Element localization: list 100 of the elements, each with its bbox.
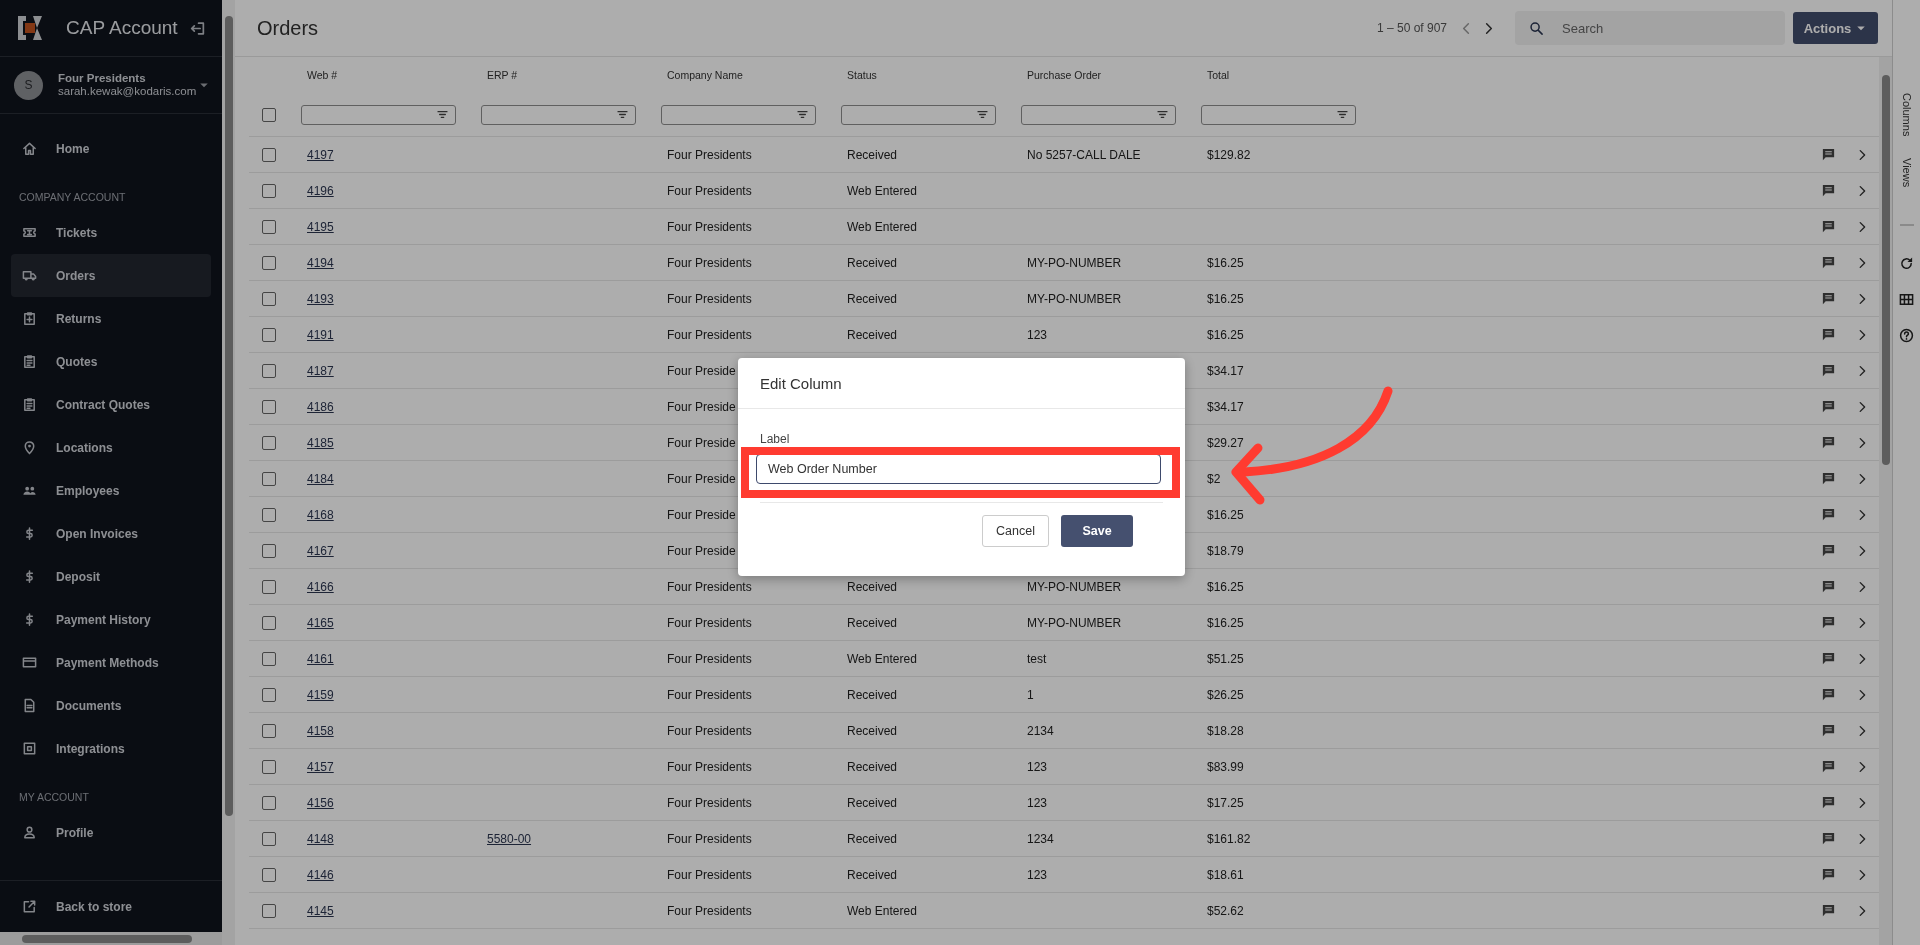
order-link[interactable]: 4166 xyxy=(307,579,334,594)
order-link[interactable]: 4148 xyxy=(307,831,334,846)
table-cell: Four Presidents xyxy=(667,687,752,702)
row-checkbox[interactable] xyxy=(262,723,276,738)
order-link[interactable]: 4191 xyxy=(307,327,334,342)
order-link[interactable]: 4186 xyxy=(307,399,334,414)
sidebar-item[interactable]: Quotes xyxy=(11,340,211,383)
vertical-scrollbar[interactable] xyxy=(222,0,235,945)
order-link[interactable]: 5580-00 xyxy=(487,831,532,846)
order-link[interactable]: 4158 xyxy=(307,723,334,738)
row-checkbox[interactable] xyxy=(262,543,276,558)
row-checkbox[interactable] xyxy=(262,651,276,666)
order-link[interactable]: 4161 xyxy=(307,651,334,666)
sidebar-item[interactable]: Payment Methods xyxy=(11,641,211,684)
row-checkbox[interactable] xyxy=(262,219,276,234)
order-link[interactable]: 4157 xyxy=(307,759,334,774)
search-field[interactable]: Search xyxy=(1515,11,1785,45)
sidebar-item[interactable]: Employees xyxy=(11,469,211,512)
sidebar-item[interactable]: Contract Quotes xyxy=(11,383,211,426)
order-link[interactable]: 4185 xyxy=(307,435,334,450)
row-checkbox[interactable] xyxy=(262,507,276,522)
filter-field[interactable] xyxy=(481,104,636,125)
help-icon[interactable] xyxy=(1899,327,1914,343)
sidebar-item[interactable]: Tickets xyxy=(11,211,211,254)
row-checkbox[interactable] xyxy=(262,327,276,342)
comment-icon xyxy=(1820,615,1836,630)
label-field[interactable]: Web Order Number xyxy=(756,454,1161,484)
column-header[interactable]: Purchase Order xyxy=(1021,69,1201,81)
back-to-store-link[interactable]: Back to store xyxy=(11,885,211,928)
side-panel-tab[interactable]: Views xyxy=(1900,158,1913,188)
column-header[interactable]: Company Name xyxy=(661,69,841,81)
filter-field[interactable] xyxy=(661,104,816,125)
sidebar-item[interactable]: Orders xyxy=(11,254,211,297)
row-checkbox[interactable] xyxy=(262,867,276,882)
table-cell: $16.25 xyxy=(1207,255,1244,270)
order-link[interactable]: 4165 xyxy=(307,615,334,630)
sidebar-item[interactable]: Integrations xyxy=(11,727,211,770)
order-link[interactable]: 4194 xyxy=(307,255,334,270)
order-link[interactable]: 4193 xyxy=(307,291,334,306)
order-link[interactable]: 4184 xyxy=(307,471,334,486)
row-checkbox[interactable] xyxy=(262,903,276,918)
row-checkbox[interactable] xyxy=(262,363,276,378)
row-checkbox[interactable] xyxy=(262,435,276,450)
filter-field[interactable] xyxy=(841,104,996,125)
side-panel-tab[interactable]: Columns xyxy=(1900,93,1913,137)
order-link[interactable]: 4156 xyxy=(307,795,334,810)
sidebar-item[interactable]: Deposit xyxy=(11,555,211,598)
row-checkbox[interactable] xyxy=(262,579,276,594)
row-checkbox[interactable] xyxy=(262,759,276,774)
column-header[interactable]: Status xyxy=(841,69,1021,81)
row-checkbox[interactable] xyxy=(262,687,276,702)
table-cell: Received xyxy=(847,615,898,630)
refresh-icon[interactable] xyxy=(1899,255,1914,271)
order-link[interactable]: 4167 xyxy=(307,543,334,558)
sidebar-item[interactable]: Documents xyxy=(11,684,211,727)
row-checkbox[interactable] xyxy=(262,795,276,810)
order-link[interactable]: 4197 xyxy=(307,147,334,162)
save-button[interactable]: Save xyxy=(1061,515,1133,547)
row-checkbox[interactable] xyxy=(262,471,276,486)
vertical-scrollbar[interactable] xyxy=(1879,57,1892,945)
filter-field[interactable] xyxy=(1021,104,1176,125)
table-cell: MY-PO-NUMBER xyxy=(1027,615,1122,630)
row-checkbox[interactable] xyxy=(262,291,276,306)
order-link[interactable]: 4145 xyxy=(307,903,334,918)
actions-button[interactable]: Actions xyxy=(1793,12,1878,44)
filter-icon xyxy=(796,108,809,121)
table-cell: Received xyxy=(847,291,898,306)
column-header[interactable]: Total xyxy=(1201,69,1381,81)
row-checkbox[interactable] xyxy=(262,183,276,198)
row-checkbox[interactable] xyxy=(262,399,276,414)
cancel-button[interactable]: Cancel xyxy=(982,515,1049,547)
order-link[interactable]: 4159 xyxy=(307,687,334,702)
order-link[interactable]: 4196 xyxy=(307,183,334,198)
select-all-checkbox[interactable] xyxy=(262,107,276,122)
account-switcher[interactable]: S Four Presidents sarah.kewak@kodaris.com xyxy=(0,57,222,114)
column-header[interactable]: Web # xyxy=(301,69,481,81)
row-checkbox[interactable] xyxy=(262,831,276,846)
row-checkbox[interactable] xyxy=(262,615,276,630)
order-link[interactable]: 4146 xyxy=(307,867,334,882)
sidebar-item[interactable]: Profile xyxy=(11,811,211,854)
row-checkbox[interactable] xyxy=(262,147,276,162)
column-header[interactable]: ERP # xyxy=(481,69,661,81)
row-checkbox[interactable] xyxy=(262,255,276,270)
filter-field[interactable] xyxy=(301,104,456,125)
sidebar-item[interactable]: Returns xyxy=(11,297,211,340)
table-cell: Four Preside xyxy=(667,471,736,486)
scrollbar-thumb[interactable] xyxy=(1881,75,1890,465)
filter-field[interactable] xyxy=(1201,104,1356,125)
sidebar-item[interactable]: Open Invoices xyxy=(11,512,211,555)
order-link[interactable]: 4168 xyxy=(307,507,334,522)
sidebar-item[interactable]: Home xyxy=(11,127,211,170)
horizontal-scrollbar[interactable] xyxy=(0,932,222,945)
scrollbar-thumb[interactable] xyxy=(224,16,233,816)
sidebar-item[interactable]: Payment History xyxy=(11,598,211,641)
scrollbar-thumb[interactable] xyxy=(22,934,192,943)
order-link[interactable]: 4195 xyxy=(307,219,334,234)
order-link[interactable]: 4187 xyxy=(307,363,334,378)
grid-icon[interactable] xyxy=(1899,291,1914,307)
sidebar-item[interactable]: Locations xyxy=(11,426,211,469)
filter-icon xyxy=(1156,108,1169,121)
